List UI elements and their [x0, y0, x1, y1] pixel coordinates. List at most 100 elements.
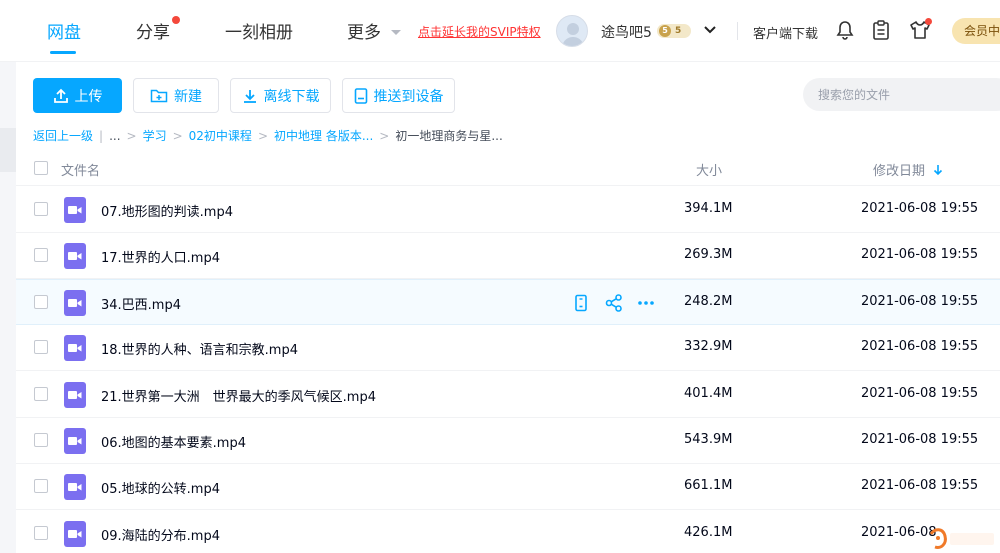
table-row[interactable]: 34.巴西.mp4 248.2M 2021-06-08 19:55 [16, 279, 1000, 325]
header-divider [737, 22, 738, 40]
file-modified-date: 2021-06-08 [861, 525, 937, 540]
breadcrumb-separator: > [379, 128, 390, 143]
bell-icon[interactable] [836, 20, 854, 40]
file-size: 394.1M [684, 201, 733, 216]
file-size: 401.4M [684, 386, 733, 401]
search-input[interactable] [803, 78, 1000, 111]
notification-dot [172, 16, 180, 24]
row-checkbox[interactable] [34, 340, 48, 354]
table-row[interactable]: 09.海陆的分布.mp4 426.1M 2021-06-08 [16, 511, 1000, 553]
username[interactable]: 途鸟吧5 [601, 22, 652, 42]
video-file-icon [64, 428, 86, 454]
watermark-logo [929, 528, 994, 549]
table-row[interactable]: 18.世界的人种、语言和宗教.mp4 332.9M 2021-06-08 19:… [16, 325, 1000, 371]
file-size: 426.1M [684, 525, 733, 540]
clipboard-icon[interactable] [872, 20, 890, 40]
new-button[interactable]: 新建 [133, 78, 219, 113]
sidebar-selected-block [0, 128, 16, 172]
new-label: 新建 [174, 88, 202, 105]
column-header-date[interactable]: 修改日期 [873, 160, 943, 179]
file-modified-date: 2021-06-08 19:55 [861, 432, 979, 447]
vip-center-button[interactable]: 会员中 [952, 18, 1000, 44]
column-header-name[interactable]: 文件名 [61, 160, 100, 179]
more-caret-icon[interactable] [391, 30, 401, 35]
breadcrumb-separator: > [126, 128, 137, 143]
sort-down-arrow-icon [933, 164, 943, 175]
row-checkbox[interactable] [34, 433, 48, 447]
vip-level-badge: 5 5 [657, 24, 691, 38]
file-table-header: 文件名 大小 修改日期 [16, 150, 1000, 186]
file-size: 248.2M [684, 294, 733, 309]
breadcrumb-current-folder: 初一地理商务与星... [395, 129, 503, 143]
nav-tab-more[interactable]: 更多 [347, 18, 381, 43]
user-menu-chevron-icon[interactable] [703, 23, 717, 37]
video-file-icon [64, 382, 86, 408]
breadcrumb-item-junior-courses[interactable]: 02初中课程 [189, 127, 252, 144]
table-row[interactable]: 21.世界第一大洲 世界最大的季风气候区.mp4 401.4M 2021-06-… [16, 372, 1000, 418]
avatar[interactable] [556, 15, 588, 47]
level-coin-icon: 5 [659, 25, 671, 37]
row-checkbox[interactable] [34, 526, 48, 540]
video-file-icon [64, 243, 86, 269]
video-file-icon [64, 335, 86, 361]
nav-tab-netdisk[interactable]: 网盘 [47, 18, 81, 43]
breadcrumb: 返回上一级 | ... > 学习 > 02初中课程 > 初中地理 各版本... … [33, 127, 503, 144]
row-checkbox[interactable] [34, 202, 48, 216]
file-name[interactable]: 05.地球的公转.mp4 [101, 478, 220, 497]
upload-icon [53, 88, 68, 103]
file-modified-date: 2021-06-08 19:55 [861, 247, 979, 262]
file-name[interactable]: 09.海陆的分布.mp4 [101, 525, 220, 544]
column-header-size[interactable]: 大小 [696, 160, 722, 179]
level-number: 5 [675, 26, 682, 36]
table-row[interactable]: 05.地球的公转.mp4 661.1M 2021-06-08 19:55 [16, 464, 1000, 510]
new-folder-icon [150, 89, 168, 102]
breadcrumb-separator: > [172, 128, 183, 143]
file-modified-date: 2021-06-08 19:55 [861, 386, 979, 401]
file-name[interactable]: 17.世界的人口.mp4 [101, 247, 220, 266]
select-all-checkbox[interactable] [34, 161, 48, 175]
client-download-link[interactable]: 客户端下载 [753, 23, 818, 42]
breadcrumb-back-link[interactable]: 返回上一级 [33, 127, 93, 144]
breadcrumb-item-geography[interactable]: 初中地理 各版本... [274, 127, 373, 144]
share-icon[interactable] [604, 293, 624, 313]
file-size: 543.9M [684, 432, 733, 447]
table-row[interactable]: 06.地图的基本要素.mp4 543.9M 2021-06-08 19:55 [16, 418, 1000, 464]
nav-tab-album[interactable]: 一刻相册 [225, 18, 293, 43]
upload-button[interactable]: 上传 [33, 78, 122, 113]
file-name[interactable]: 34.巴西.mp4 [101, 294, 181, 313]
file-modified-date: 2021-06-08 19:55 [861, 478, 979, 493]
offline-download-button[interactable]: 离线下载 [230, 78, 331, 113]
file-modified-date: 2021-06-08 19:55 [861, 201, 979, 216]
column-header-date-label: 修改日期 [873, 164, 926, 179]
row-checkbox[interactable] [34, 295, 48, 309]
table-row[interactable]: 07.地形图的判读.mp4 394.1M 2021-06-08 19:55 [16, 187, 1000, 233]
more-options-icon[interactable] [636, 293, 656, 313]
file-modified-date: 2021-06-08 19:55 [861, 294, 979, 309]
file-name[interactable]: 21.世界第一大洲 世界最大的季风气候区.mp4 [101, 386, 376, 405]
offline-download-label: 离线下载 [263, 88, 320, 105]
video-file-icon [64, 290, 86, 316]
file-name[interactable]: 18.世界的人种、语言和宗教.mp4 [101, 339, 298, 358]
row-checkbox[interactable] [34, 387, 48, 401]
breadcrumb-item-study[interactable]: 学习 [143, 127, 167, 144]
top-header: 网盘 分享 一刻相册 更多 点击延长我的SVIP特权 途鸟吧5 5 5 客户端下… [0, 0, 1000, 62]
video-file-icon [64, 197, 86, 223]
push-to-device-label: 推送到设备 [373, 88, 444, 105]
file-name[interactable]: 06.地图的基本要素.mp4 [101, 432, 246, 451]
nav-tab-share[interactable]: 分享 [136, 18, 170, 43]
video-file-icon [64, 521, 86, 547]
download-icon [243, 89, 256, 103]
breadcrumb-divider: | [99, 128, 104, 143]
file-size: 332.9M [684, 339, 733, 354]
row-checkbox[interactable] [34, 479, 48, 493]
file-name[interactable]: 07.地形图的判读.mp4 [101, 201, 233, 220]
breadcrumb-separator: > [257, 128, 268, 143]
breadcrumb-ellipsis[interactable]: ... [109, 129, 120, 143]
row-checkbox[interactable] [34, 248, 48, 262]
push-device-icon[interactable] [571, 293, 591, 313]
sidebar-gutter [0, 62, 16, 553]
svip-promo-link[interactable]: 点击延长我的SVIP特权 [418, 23, 541, 40]
table-row[interactable]: 17.世界的人口.mp4 269.3M 2021-06-08 19:55 [16, 233, 1000, 279]
active-tab-indicator [50, 51, 76, 54]
push-to-device-button[interactable]: 推送到设备 [342, 78, 455, 113]
